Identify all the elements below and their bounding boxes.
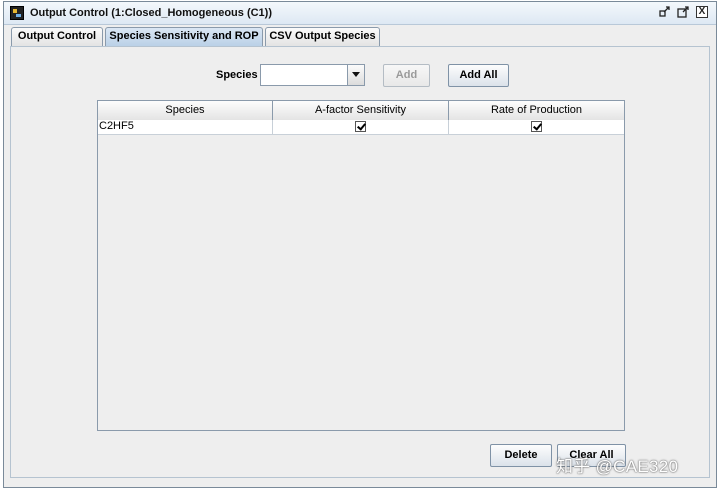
add-button[interactable]: Add — [383, 64, 430, 87]
table-row[interactable]: C2HF5 — [98, 120, 624, 135]
species-table: Species A-factor Sensitivity Rate of Pro… — [97, 100, 625, 431]
window-title: Output Control (1:Closed_Homogeneous (C1… — [30, 7, 272, 19]
column-header-rate-of-production[interactable]: Rate of Production — [449, 101, 624, 120]
a-factor-sensitivity-checkbox[interactable] — [355, 121, 366, 132]
app-icon — [10, 6, 24, 20]
column-header-a-factor-sensitivity[interactable]: A-factor Sensitivity — [273, 101, 449, 120]
output-control-window: Output Control (1:Closed_Homogeneous (C1… — [3, 1, 717, 488]
tab-csv-output-species[interactable]: CSV Output Species — [265, 27, 380, 46]
rate-of-production-cell — [449, 120, 624, 134]
restore-icon[interactable] — [659, 6, 671, 18]
chevron-down-icon[interactable] — [347, 65, 364, 85]
rate-of-production-checkbox[interactable] — [531, 121, 542, 132]
title-bar: Output Control (1:Closed_Homogeneous (C1… — [4, 2, 716, 25]
add-all-button[interactable]: Add All — [448, 64, 509, 87]
maximize-icon[interactable] — [677, 6, 689, 18]
watermark: 知乎 @CAE320 — [556, 457, 679, 476]
species-label: Species — [216, 69, 258, 81]
species-sensitivity-panel: Species Add Add All Species A-factor Sen… — [10, 46, 710, 478]
species-combobox[interactable] — [260, 64, 365, 86]
species-cell[interactable]: C2HF5 — [98, 120, 273, 134]
a-factor-sensitivity-cell — [273, 120, 449, 134]
delete-button[interactable]: Delete — [490, 444, 552, 467]
tab-output-control[interactable]: Output Control — [11, 27, 103, 46]
table-header: Species A-factor Sensitivity Rate of Pro… — [98, 101, 624, 121]
tab-strip: Output Control Species Sensitivity and R… — [8, 27, 712, 47]
tab-species-sensitivity-rop[interactable]: Species Sensitivity and ROP — [105, 27, 263, 47]
column-header-species[interactable]: Species — [98, 101, 273, 120]
close-button[interactable]: X — [696, 6, 708, 18]
